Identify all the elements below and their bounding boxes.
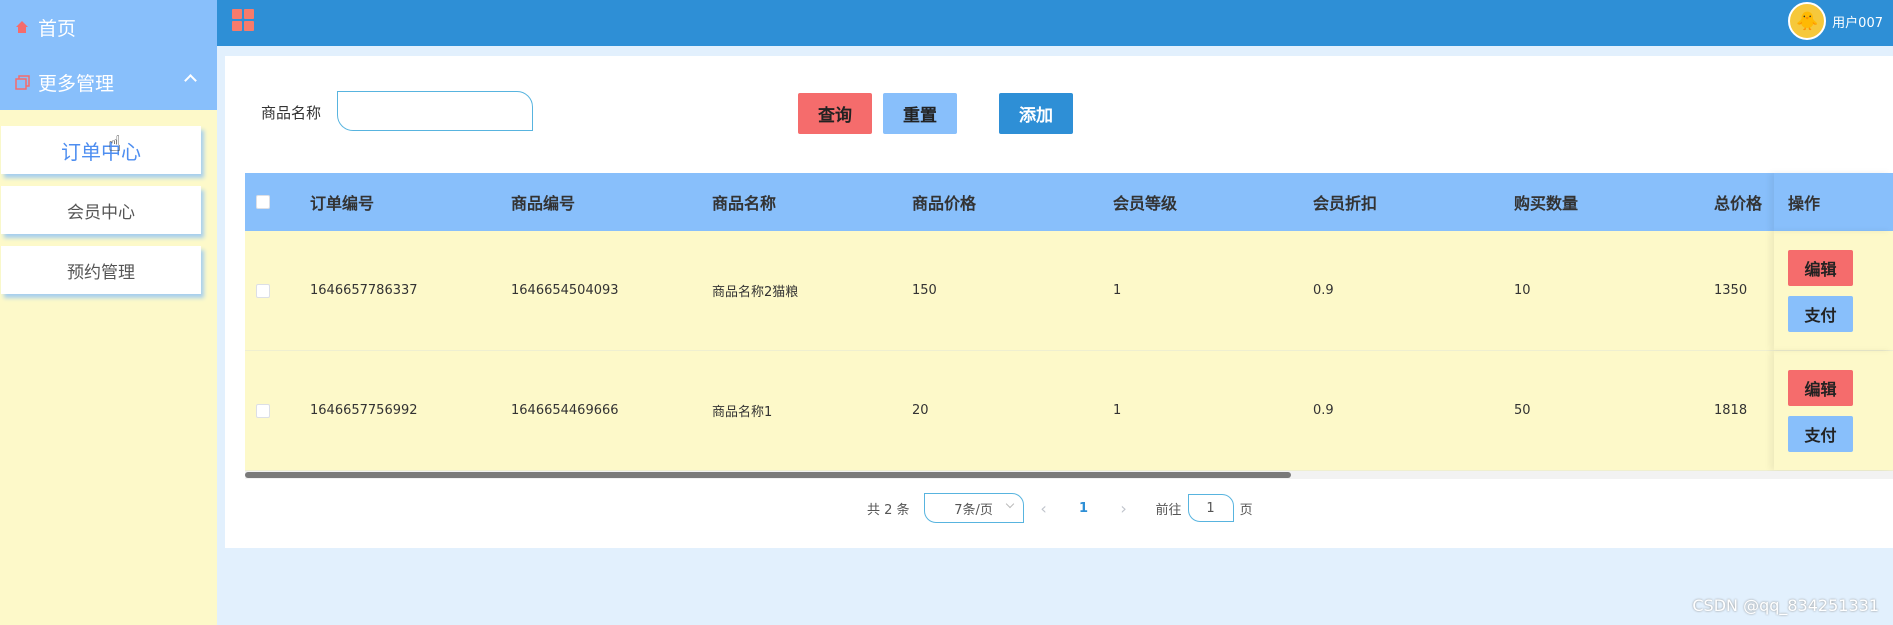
table-row: 1646657756992 1646654469666 商品名称1 20 1 0… [245,351,1893,471]
cell-order-no: 1646657756992 [310,403,418,418]
cell-price: 20 [912,403,929,418]
col-member-level: 会员等级 [1113,194,1178,213]
page-size-select[interactable]: 7条/页 [923,493,1024,523]
cell-goods-no: 1646654469666 [511,403,619,418]
watermark: CSDN @qq_834251331 [1692,596,1879,615]
pay-button[interactable]: 支付 [1788,415,1853,452]
col-order-no: 订单编号 [310,194,375,213]
goods-name-input[interactable] [337,91,533,131]
nav-more-management[interactable]: 更多管理 [0,54,217,110]
next-page-icon[interactable]: › [1104,499,1144,518]
col-operations: 操作 [1774,173,1893,231]
page-size-value: 7条/页 [954,502,993,518]
reset-button[interactable]: 重置 [883,93,957,134]
search-label: 商品名称 [261,104,322,122]
sidebar-item-members[interactable]: 会员中心 [1,186,201,234]
table-row: 1646657786337 1646654504093 商品名称2猫粮 150 … [245,231,1893,351]
edit-button[interactable]: 编辑 [1788,249,1853,286]
total-count: 共 2 条 [867,502,910,518]
sidebar-item-appointments[interactable]: 预约管理 [1,246,201,294]
prev-page-icon[interactable]: ‹ [1024,499,1064,518]
edit-button[interactable]: 编辑 [1788,369,1853,406]
col-price: 商品价格 [912,194,977,213]
pagination: 共 2 条 7条/页 ‹ 1 › 前往 1 页 [867,493,1253,523]
avatar[interactable]: 🐥 [1788,2,1827,40]
cell-total: 1818 [1714,403,1748,418]
col-quantity: 购买数量 [1514,194,1579,213]
user-menu[interactable]: 🐥 用户007 [1788,2,1883,40]
table-header: 订单编号 商品编号 商品名称 商品价格 会员等级 会员折扣 购买数量 总价格 操… [245,173,1893,231]
col-goods-name: 商品名称 [712,194,777,213]
row-checkbox[interactable] [256,403,270,418]
cell-operations: 编辑 支付 [1774,351,1893,470]
orders-table: 订单编号 商品编号 商品名称 商品价格 会员等级 会员折扣 购买数量 总价格 操… [245,173,1893,479]
chevron-up-icon[interactable] [184,74,197,87]
goto-page-input[interactable]: 1 [1187,494,1234,522]
cell-goods-name: 商品名称2猫粮 [712,285,799,300]
horizontal-scrollbar[interactable] [245,471,1893,479]
cell-quantity: 50 [1514,403,1531,418]
hand-cursor-icon: ☝ [108,132,122,157]
select-all-checkbox[interactable] [256,195,270,209]
nav-home-label: 首页 [38,17,77,40]
cell-total: 1350 [1714,283,1748,298]
col-member-discount: 会员折扣 [1313,194,1378,213]
nav-more-label: 更多管理 [38,72,115,95]
cell-order-no: 1646657786337 [310,283,418,298]
cell-goods-no: 1646654504093 [511,283,619,298]
home-icon [14,19,30,35]
sidebar-item-orders[interactable]: 订单中心 [1,126,201,174]
cell-operations: 编辑 支付 [1774,231,1893,350]
pay-button[interactable]: 支付 [1788,295,1853,332]
cell-goods-name: 商品名称1 [712,405,773,420]
cell-price: 150 [912,283,937,298]
top-header: 🐥 用户007 [217,0,1893,46]
page-number[interactable]: 1 [1064,501,1104,516]
main-card: 商品名称 查询 重置 添加 订单编号 商品编号 商品名称 商品价格 会员等级 会… [225,56,1893,548]
cell-member-discount: 0.9 [1313,403,1334,418]
col-goods-no: 商品编号 [511,194,576,213]
goto-label: 前往 [1155,502,1182,518]
cell-member-discount: 0.9 [1313,283,1334,298]
col-total: 总价格 [1714,194,1763,213]
sidebar: 首页 更多管理 订单中心 会员中心 预约管理 ☝ [0,0,217,625]
cell-member-level: 1 [1113,403,1122,418]
nav-home[interactable]: 首页 [0,0,217,54]
scrollbar-thumb[interactable] [245,472,1291,478]
chevron-down-icon [1005,499,1014,509]
add-button[interactable]: 添加 [999,93,1073,134]
copy-icon [14,74,30,90]
row-checkbox[interactable] [256,283,270,298]
grid-menu-icon[interactable] [232,9,254,31]
username: 用户007 [1832,15,1883,31]
search-button[interactable]: 查询 [798,93,872,134]
cell-quantity: 10 [1514,283,1531,298]
page-suffix: 页 [1239,502,1253,518]
cell-member-level: 1 [1113,283,1122,298]
